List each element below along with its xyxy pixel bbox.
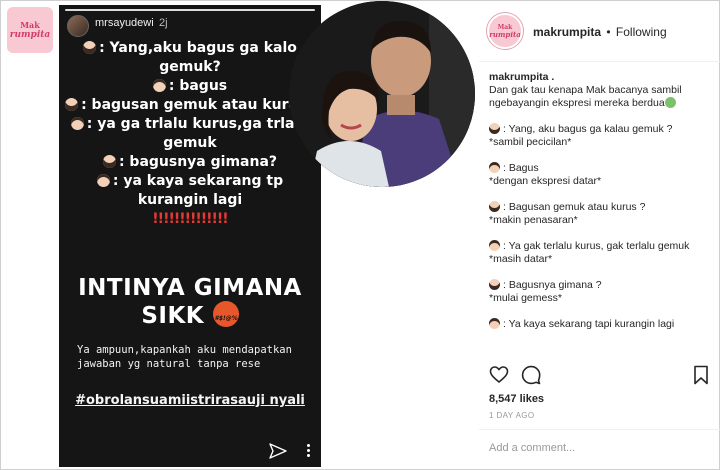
- couple-photo-art: [289, 1, 475, 187]
- dialogue-note: *masih datar*: [489, 253, 553, 265]
- dialogue-note: *makin penasaran*: [489, 214, 578, 226]
- dialogue-note: *dengan ekspresi datar*: [489, 175, 602, 187]
- post-caption: makrumpita . Dan gak tau kenapa Mak baca…: [489, 71, 715, 331]
- dialogue-line: : Ya gak terlalu kurus, gak terlalu gemu…: [489, 240, 715, 253]
- comment-divider: [479, 429, 720, 430]
- angry-face-icon: [212, 301, 239, 327]
- post-date: 1 DAY AGO: [489, 411, 535, 420]
- story-progress-bar: [65, 9, 315, 11]
- story-time: 2j: [159, 17, 168, 29]
- woman-emoji-icon: [65, 98, 79, 111]
- story-line-text: : bagusan gemuk atau kurus?: [81, 97, 315, 113]
- header-separator: •: [606, 25, 611, 39]
- exclamation-marks: !!!!!!!!!!!!!!: [152, 211, 228, 227]
- dialogue-line: : Ya kaya sekarang tapi kurangin lagi: [489, 318, 715, 331]
- woman-emoji-icon: [83, 41, 97, 54]
- story-line: : bagusan gemuk atau kurus?: [59, 96, 321, 115]
- woman-emoji-icon: [489, 279, 500, 290]
- story-headline-text: INTINYA GIMANA SIKK: [78, 275, 302, 329]
- dialogue-line-text: : Bagus: [503, 162, 539, 174]
- woman-emoji-icon: [489, 201, 500, 212]
- story-line-text: : bagus: [168, 78, 228, 94]
- caption-author[interactable]: makrumpita .: [489, 71, 715, 84]
- bookmark-icon[interactable]: [693, 365, 709, 385]
- story-avatar: [67, 15, 89, 37]
- man-emoji-icon: [96, 174, 110, 187]
- dialogue-line: : Bagusnya gimana ?: [489, 279, 715, 292]
- dialogue-line: : Bagus: [489, 162, 715, 175]
- more-vertical-icon[interactable]: [305, 443, 311, 459]
- story-line-text: : Yang,aku bagus ga kalo gemuk?: [99, 40, 297, 75]
- dialogue-line-text: : Ya kaya sekarang tapi kurangin lagi: [503, 318, 675, 330]
- man-emoji-icon: [489, 240, 500, 251]
- dialogue-line: : Bagusan gemuk atau kurus ?: [489, 201, 715, 214]
- likes-count[interactable]: 8,547 likes: [489, 393, 544, 405]
- instagram-post-window: Mak rumpita mrsayudewi 2j : Yang,aku bag…: [0, 0, 720, 470]
- story-headline: INTINYA GIMANA SIKK: [59, 275, 321, 329]
- story-screenshot: mrsayudewi 2j : Yang,aku bagus ga kalo g…: [59, 5, 321, 467]
- watermark-line2: rumpita: [9, 29, 51, 40]
- watermark-line1: Mak: [20, 19, 40, 30]
- story-line: : Yang,aku bagus ga kalo gemuk?: [59, 39, 321, 77]
- story-username: mrsayudewi: [95, 17, 154, 29]
- dialogue-line-text: : Ya gak terlalu kurus, gak terlalu gemu…: [503, 240, 690, 252]
- story-line: : ya ga trlalu kurus,ga trlalu gemuk: [59, 115, 321, 153]
- add-comment-input[interactable]: Add a comment...: [489, 442, 575, 454]
- grimace-emoji-icon: [664, 97, 676, 108]
- story-line: : bagusnya gimana?: [59, 153, 321, 172]
- send-icon[interactable]: [269, 443, 287, 459]
- dialogue-line: : Yang, aku bagus ga kalau gemuk ?: [489, 123, 715, 136]
- post-header: makrumpita • Following: [533, 25, 667, 39]
- comment-icon[interactable]: [521, 365, 541, 385]
- account-username[interactable]: makrumpita: [533, 25, 601, 39]
- heart-icon[interactable]: [489, 365, 509, 385]
- caption-intro: Dan gak tau kenapa Mak bacanya sambil ng…: [489, 84, 715, 110]
- dialogue-line-text: : Bagusan gemuk atau kurus ?: [503, 201, 646, 213]
- header-divider: [479, 61, 720, 62]
- man-emoji-icon: [489, 318, 500, 329]
- story-line-text: : ya kaya sekarang tp kurangin lagi: [112, 173, 284, 208]
- story-hashtag[interactable]: #obrolansuamiistrirasauji nyali: [59, 391, 321, 411]
- dialogue-line-text: : Yang, aku bagus ga kalau gemuk ?: [503, 123, 673, 135]
- story-line: : ya kaya sekarang tp kurangin lagi: [59, 172, 321, 210]
- post-sidebar: Mak rumpita makrumpita • Following makru…: [479, 1, 720, 470]
- following-button[interactable]: Following: [616, 25, 667, 39]
- man-emoji-icon: [70, 117, 84, 130]
- story-line: : bagus: [59, 77, 321, 96]
- dialogue-line-text: : Bagusnya gimana ?: [503, 279, 602, 291]
- man-emoji-icon: [152, 79, 166, 92]
- story-caption: Ya ampuun,kapankah aku mendapatkan jawab…: [77, 344, 292, 370]
- account-avatar[interactable]: Mak rumpita: [487, 13, 523, 49]
- dialogue-note: *sambil pecicilan*: [489, 136, 572, 148]
- man-emoji-icon: [489, 162, 500, 173]
- woman-emoji-icon: [102, 155, 116, 168]
- avatar-logo-line2: rumpita: [489, 29, 521, 39]
- caption-intro-text: Dan gak tau kenapa Mak bacanya sambil ng…: [489, 84, 682, 109]
- dialogue-note: *mulai gemess*: [489, 292, 562, 304]
- couple-photo: [289, 1, 475, 187]
- story-line-text: : bagusnya gimana?: [118, 154, 278, 170]
- story-line-text: : ya ga trlalu kurus,ga trlalu gemuk: [86, 116, 310, 151]
- woman-emoji-icon: [489, 123, 500, 134]
- makrumpita-watermark-logo: Mak rumpita: [7, 7, 53, 53]
- story-chat: : Yang,aku bagus ga kalo gemuk? : bagus …: [59, 39, 321, 229]
- post-actions: [489, 365, 715, 385]
